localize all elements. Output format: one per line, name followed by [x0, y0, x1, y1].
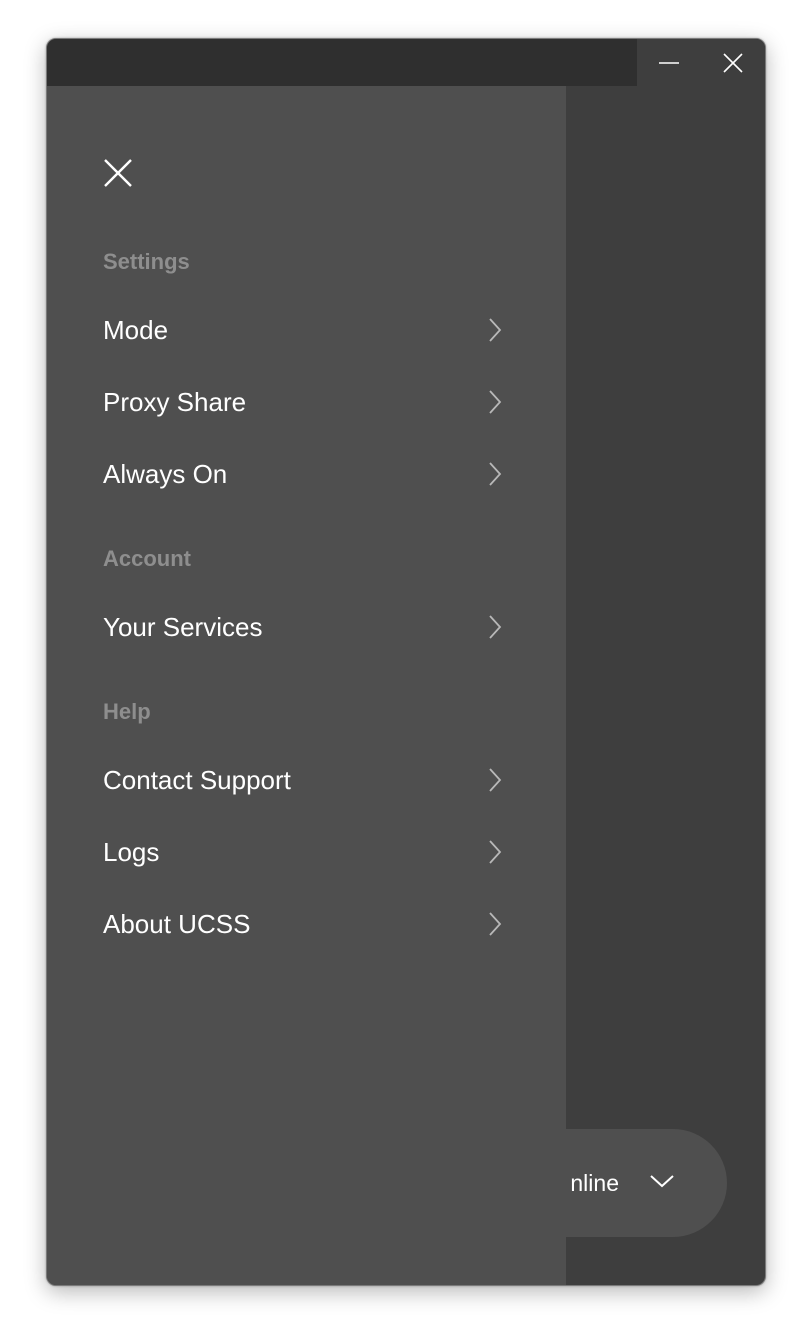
chevron-right-icon — [487, 389, 503, 415]
close-icon — [102, 157, 134, 194]
menu-item-logs[interactable]: Logs — [103, 826, 503, 878]
window-controls — [637, 39, 765, 86]
chevron-right-icon — [487, 911, 503, 937]
chevron-right-icon — [487, 317, 503, 343]
menu-item-label: Logs — [103, 836, 160, 867]
app-window: nline Settings Mode Proxy Share Always O… — [46, 38, 766, 1286]
chevron-right-icon — [487, 839, 503, 865]
menu-item-label: Your Services — [103, 611, 263, 642]
menu-item-label: Contact Support — [103, 764, 291, 795]
side-drawer: Settings Mode Proxy Share Always On Acco… — [47, 86, 566, 1285]
menu-item-mode[interactable]: Mode — [103, 304, 503, 356]
minimize-button[interactable] — [637, 39, 701, 86]
menu-item-contact-support[interactable]: Contact Support — [103, 754, 503, 806]
chevron-down-icon — [649, 1173, 675, 1194]
menu-item-label: Mode — [103, 314, 169, 345]
chevron-right-icon — [487, 461, 503, 487]
section-header-help: Help — [103, 699, 151, 724]
title-bar[interactable] — [47, 39, 765, 86]
section-header-settings: Settings — [103, 249, 190, 274]
window-close-button[interactable] — [701, 39, 765, 86]
menu-item-label: About UCSS — [103, 908, 251, 939]
menu-item-your-services[interactable]: Your Services — [103, 601, 503, 653]
close-icon — [722, 52, 744, 74]
menu-item-about-ucss[interactable]: About UCSS — [103, 898, 503, 950]
menu-item-proxy-share[interactable]: Proxy Share — [103, 376, 503, 428]
connection-status-text: nline — [570, 1169, 619, 1196]
drawer-close-button[interactable] — [93, 150, 143, 200]
chevron-right-icon — [487, 614, 503, 640]
chevron-right-icon — [487, 767, 503, 793]
minimize-icon — [658, 52, 680, 74]
menu-item-label: Proxy Share — [103, 386, 247, 417]
section-header-account: Account — [103, 546, 191, 571]
menu-item-label: Always On — [103, 458, 228, 489]
menu-item-always-on[interactable]: Always On — [103, 448, 503, 500]
